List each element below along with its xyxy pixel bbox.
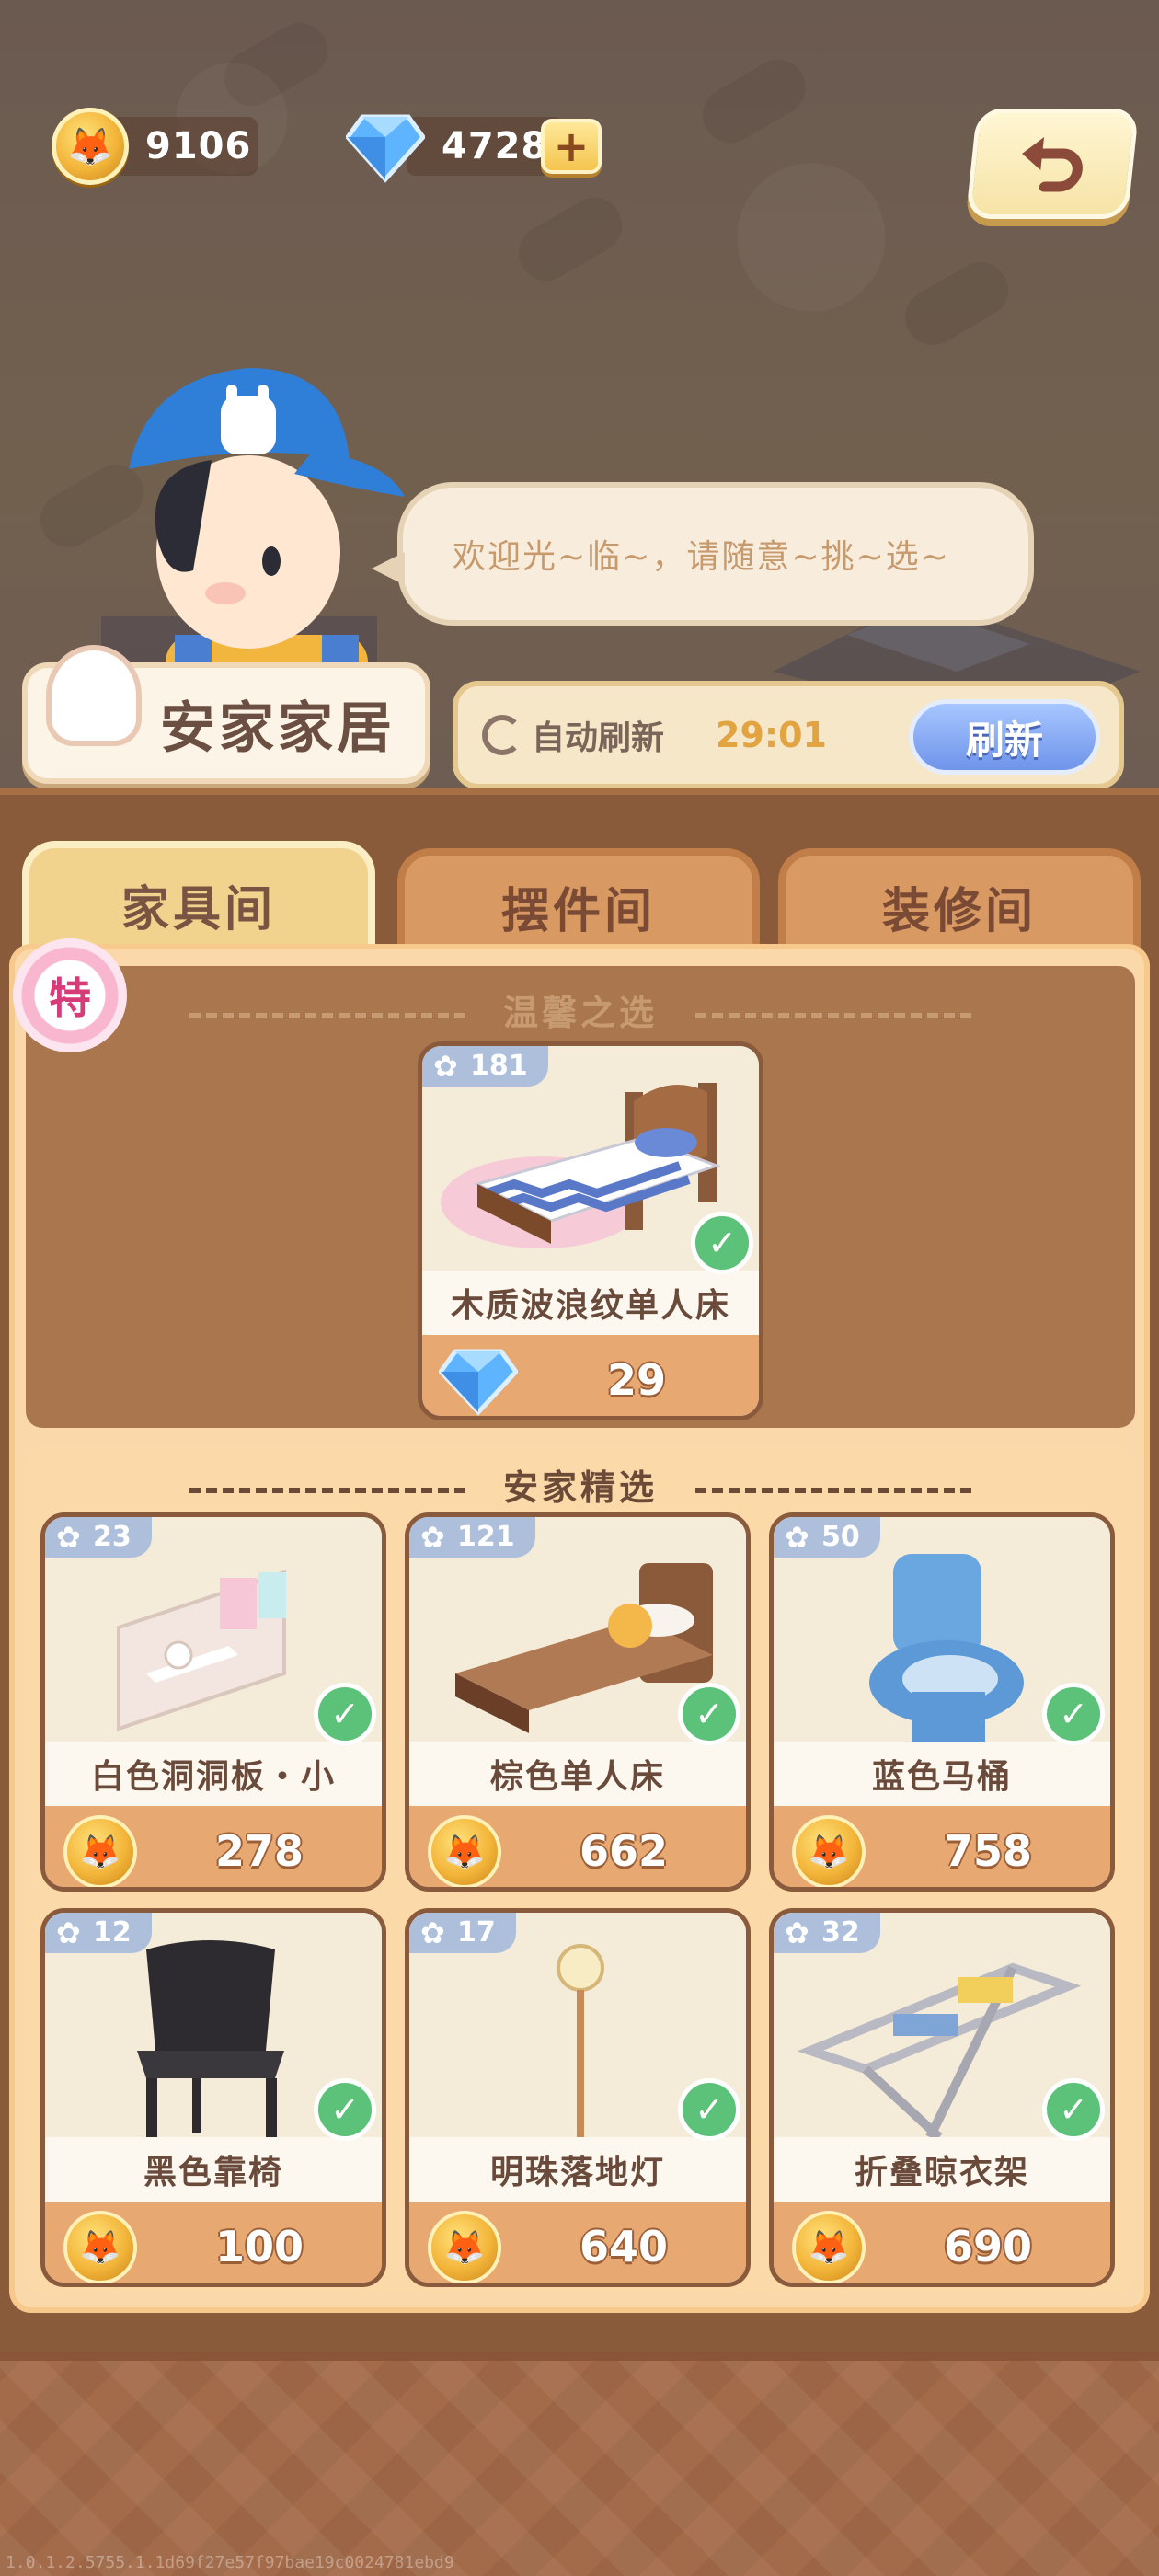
- item-name: 明珠落地灯: [409, 2137, 746, 2202]
- plus-icon: +: [553, 121, 590, 171]
- comfort-score: 12: [45, 1913, 152, 1953]
- divider: [695, 1012, 972, 1018]
- refresh-button[interactable]: 刷新: [909, 699, 1100, 775]
- item-price: 640: [579, 2222, 669, 2271]
- item-name: 棕色单人床: [409, 1742, 746, 1806]
- comfort-score: 181: [422, 1046, 548, 1087]
- fox-coin-icon: 🦊: [792, 1815, 866, 1887]
- selection-title: 安家精选: [502, 1467, 658, 1508]
- special-offer-badge: 特: [13, 938, 127, 1052]
- gem-amount: 4728: [407, 117, 563, 176]
- coin-amount: 9106: [110, 117, 258, 176]
- fox-coin-icon: 🦊: [63, 1815, 137, 1887]
- comfort-score: 121: [409, 1517, 535, 1558]
- price-bar: 🦊 640: [409, 2202, 746, 2283]
- owned-check-icon: ✓: [314, 2078, 376, 2141]
- add-gems-button[interactable]: +: [541, 119, 602, 174]
- owned-check-icon: ✓: [678, 2078, 740, 2141]
- comfort-score: 32: [774, 1913, 880, 1953]
- price-bar: 🦊 100: [45, 2202, 382, 2283]
- shop-panel: 家具间 摆件间 装修间 温馨之选 ✿ 181 ✓ 木质波浪纹单人床 29 特 安…: [0, 788, 1159, 2352]
- selection-section: 安家精选 23 ✓ 白色洞洞板・小 🦊: [26, 1446, 1135, 2294]
- shop-name: 安家家居: [160, 696, 396, 761]
- item-price: 29: [606, 1355, 666, 1405]
- item-card[interactable]: 50 ✓ 蓝色马桶 🦊 758: [769, 1512, 1115, 1892]
- tab-ornaments[interactable]: 摆件间: [397, 848, 760, 957]
- owned-check-icon: ✓: [1042, 1683, 1105, 1745]
- comfort-score: 50: [774, 1517, 880, 1558]
- item-name: 木质波浪纹单人床: [422, 1271, 759, 1335]
- item-card[interactable]: 17 ✓ 明珠落地灯 🦊 640: [405, 1908, 751, 2287]
- build-version: 1.0.1.2.5755.1.1d69f27e57f97bae19c002478…: [6, 2553, 454, 2572]
- wall-pattern: [693, 50, 816, 153]
- item-card[interactable]: 121 ✓ 棕色单人床 🦊 662: [405, 1512, 751, 1892]
- item-name: 白色洞洞板・小: [45, 1742, 382, 1806]
- npc-speech-bubble: 欢迎光~临~，请随意~挑~选~: [372, 482, 1034, 626]
- bunny-logo-icon: [46, 645, 142, 746]
- fox-coin-icon: 🦊: [792, 2211, 866, 2283]
- fox-coin-icon: 🦊: [63, 2211, 137, 2283]
- fox-coin-icon: 🦊: [52, 108, 129, 185]
- wall-pattern: [509, 188, 632, 291]
- auto-refresh-icon: [482, 715, 522, 755]
- item-card[interactable]: 23 ✓ 白色洞洞板・小 🦊 278: [40, 1512, 386, 1892]
- selection-title-row: 安家精选: [26, 1459, 1135, 1510]
- tab-decoration[interactable]: 装修间: [778, 848, 1141, 957]
- shop-scene: 🦊 9106 4728 + 欢迎光~临~，请随意~挑~选~ 安家家居 自动刷新 …: [0, 0, 1159, 791]
- price-bar: 🦊 662: [409, 1806, 746, 1887]
- featured-title-row: 温馨之选: [26, 984, 1135, 1035]
- comfort-score: 17: [409, 1913, 516, 1953]
- divider: [189, 1012, 465, 1018]
- owned-check-icon: ✓: [314, 1683, 376, 1745]
- price-bar: 🦊 758: [774, 1806, 1110, 1887]
- auto-refresh-label: 自动刷新: [532, 719, 665, 757]
- greeting-text: 欢迎光~临~，请随意~挑~选~: [453, 538, 950, 576]
- item-name: 黑色靠椅: [45, 2137, 382, 2202]
- wall-pattern: [895, 252, 1018, 355]
- refresh-panel: 自动刷新 29:01 刷新: [453, 681, 1124, 789]
- owned-check-icon: ✓: [678, 1683, 740, 1745]
- gem-counter: 4728 +: [346, 112, 602, 183]
- item-price: 278: [214, 1826, 304, 1876]
- price-bar: 29: [422, 1335, 759, 1416]
- fox-coin-icon: 🦊: [428, 2211, 501, 2283]
- comfort-score: 23: [45, 1517, 152, 1558]
- blue-diamond-icon: [346, 114, 425, 183]
- featured-item-card[interactable]: 181 ✓ 木质波浪纹单人床 29: [418, 1041, 763, 1420]
- shop-name-badge: 安家家居: [22, 645, 430, 784]
- return-arrow-icon: [1022, 137, 1083, 192]
- item-price: 758: [943, 1826, 1033, 1876]
- blue-diamond-icon: [439, 1349, 518, 1416]
- coin-counter: 🦊 9106: [52, 108, 258, 185]
- back-button[interactable]: [965, 109, 1140, 219]
- divider: [189, 1487, 465, 1493]
- item-card[interactable]: 12 ✓ 黑色靠椅 🦊 100: [40, 1908, 386, 2287]
- refresh-timer: 29:01: [716, 715, 827, 755]
- item-list-panel: 温馨之选 181: [9, 938, 1150, 2313]
- item-price: 690: [943, 2222, 1033, 2271]
- special-badge-label: 特: [49, 973, 91, 1023]
- shopkeeper-character: [129, 368, 405, 708]
- item-price: 100: [214, 2222, 304, 2271]
- item-name: 折叠晾衣架: [774, 2137, 1110, 2202]
- fox-coin-icon: 🦊: [428, 1815, 501, 1887]
- owned-check-icon: ✓: [691, 1212, 753, 1274]
- featured-section: 温馨之选 181: [26, 966, 1135, 1428]
- price-bar: 🦊 690: [774, 2202, 1110, 2283]
- item-name: 蓝色马桶: [774, 1742, 1110, 1806]
- owned-check-icon: ✓: [1042, 2078, 1105, 2141]
- wall-pattern: [214, 13, 338, 116]
- featured-title: 温馨之选: [502, 993, 658, 1033]
- divider: [695, 1487, 972, 1493]
- item-price: 662: [579, 1826, 669, 1876]
- floor-decoration: 1.0.1.2.5755.1.1d69f27e57f97bae19c002478…: [0, 2352, 1159, 2576]
- item-card[interactable]: 32 ✓ 折叠晾衣架 🦊 690: [769, 1908, 1115, 2287]
- price-bar: 🦊 278: [45, 1806, 382, 1887]
